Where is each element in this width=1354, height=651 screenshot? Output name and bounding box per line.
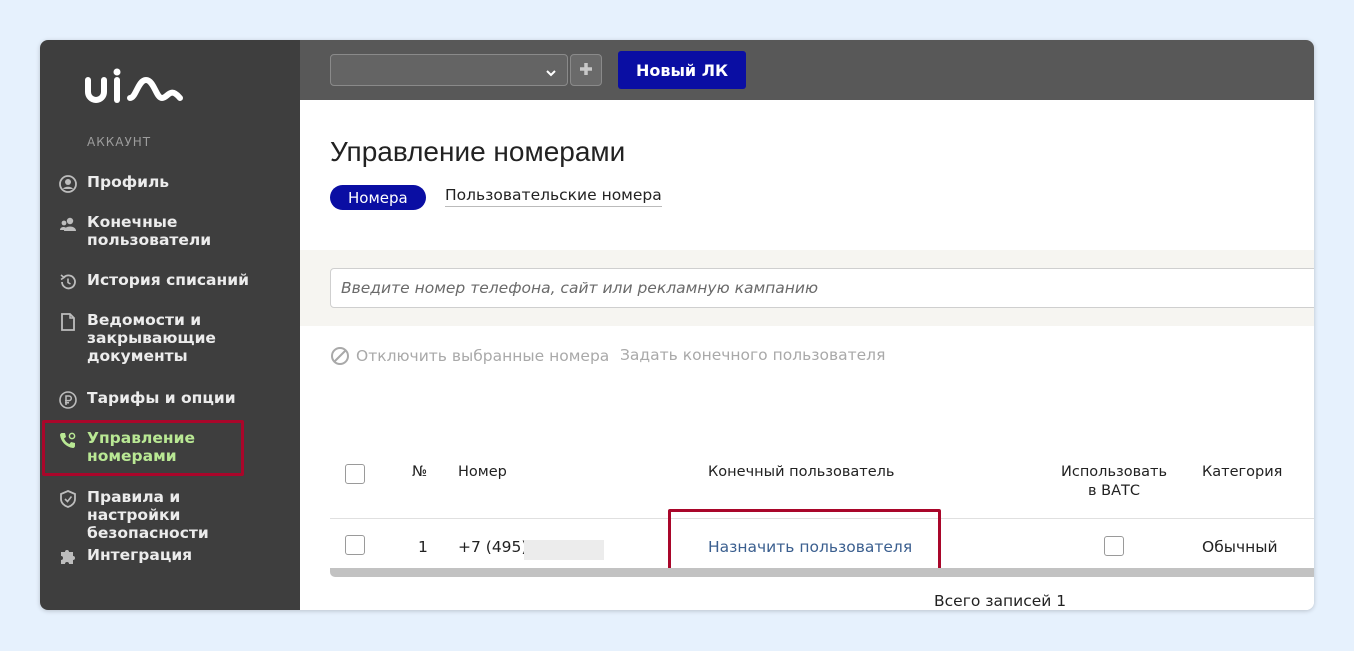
row-select-checkbox[interactable] bbox=[345, 535, 365, 555]
plus-icon bbox=[579, 61, 593, 80]
sidebar-item-security[interactable]: Правила и настройки безопасности bbox=[58, 488, 277, 542]
column-header-category: Категория bbox=[1202, 464, 1283, 480]
assign-end-user-button[interactable]: Задать конечного пользователя bbox=[620, 346, 885, 364]
disable-selected-button[interactable]: Отключить выбранные номера bbox=[330, 346, 609, 366]
block-icon bbox=[330, 346, 350, 366]
tab-numbers[interactable]: Номера bbox=[330, 185, 426, 210]
tab-user-numbers[interactable]: Пользовательские номера bbox=[445, 186, 662, 207]
sidebar-item-end-users[interactable]: Конечные пользователи bbox=[58, 213, 277, 249]
sidebar-item-profile[interactable]: Профиль bbox=[58, 173, 277, 194]
uis-logo[interactable] bbox=[84, 68, 184, 112]
sidebar-item-label: Конечные пользователи bbox=[87, 213, 212, 249]
column-header-number: Номер bbox=[458, 464, 507, 480]
profile-icon bbox=[58, 174, 78, 194]
use-in-vats-checkbox[interactable] bbox=[1104, 536, 1124, 556]
add-account-button[interactable] bbox=[570, 54, 602, 86]
sidebar: АККАУНТ Профиль Конечные пользователи Ис… bbox=[40, 40, 300, 610]
column-header-end-user: Конечный пользователь bbox=[708, 464, 895, 480]
search-band bbox=[300, 250, 1314, 326]
document-icon bbox=[58, 312, 78, 332]
row-index: 1 bbox=[418, 538, 428, 556]
horizontal-scrollbar[interactable] bbox=[330, 568, 1314, 577]
shield-icon bbox=[58, 489, 78, 509]
page-title: Управление номерами bbox=[330, 136, 626, 167]
ruble-icon bbox=[58, 390, 78, 410]
redacted-number-mask bbox=[524, 540, 604, 560]
select-all-checkbox[interactable] bbox=[345, 464, 365, 484]
app-window: АККАУНТ Профиль Конечные пользователи Ис… bbox=[40, 40, 1314, 610]
sidebar-item-label: Ведомости и закрывающие документы bbox=[87, 311, 216, 365]
section-label: АККАУНТ bbox=[87, 135, 152, 149]
sidebar-item-documents[interactable]: Ведомости и закрывающие документы bbox=[58, 311, 277, 365]
sidebar-item-label: Управление номерами bbox=[87, 429, 195, 465]
sidebar-item-label: Интеграция bbox=[87, 546, 193, 564]
sidebar-item-label: Правила и настройки безопасности bbox=[87, 488, 209, 542]
puzzle-icon bbox=[58, 547, 78, 567]
table-divider bbox=[330, 518, 1314, 519]
sidebar-item-history[interactable]: История списаний bbox=[58, 271, 277, 292]
sidebar-item-number-management[interactable]: Управление номерами bbox=[58, 429, 277, 465]
sidebar-item-tariffs[interactable]: Тарифы и опции bbox=[58, 389, 277, 410]
main-content: Управление номерами Номера Пользовательс… bbox=[300, 100, 1314, 610]
top-bar: Новый ЛК bbox=[300, 40, 1314, 100]
disable-selected-label: Отключить выбранные номера bbox=[356, 347, 610, 365]
sidebar-item-label: История списаний bbox=[87, 271, 249, 289]
phone-settings-icon bbox=[58, 430, 78, 450]
sidebar-item-label: Профиль bbox=[87, 173, 170, 191]
row-category: Обычный bbox=[1202, 538, 1278, 556]
history-icon bbox=[58, 272, 78, 292]
chevron-down-icon bbox=[545, 64, 557, 83]
search-input[interactable] bbox=[330, 268, 1314, 308]
account-select[interactable] bbox=[330, 54, 568, 86]
column-header-use-in-vats: Использовать в ВАТС bbox=[1061, 464, 1167, 499]
users-icon bbox=[58, 214, 78, 234]
new-lk-button[interactable]: Новый ЛК bbox=[618, 51, 746, 89]
sidebar-item-label: Тарифы и опции bbox=[87, 389, 236, 407]
sidebar-item-integration[interactable]: Интеграция bbox=[58, 546, 277, 567]
column-header-index: № bbox=[412, 464, 428, 480]
total-records: Всего записей 1 bbox=[934, 592, 1067, 610]
assign-user-link[interactable]: Назначить пользователя bbox=[708, 538, 912, 556]
